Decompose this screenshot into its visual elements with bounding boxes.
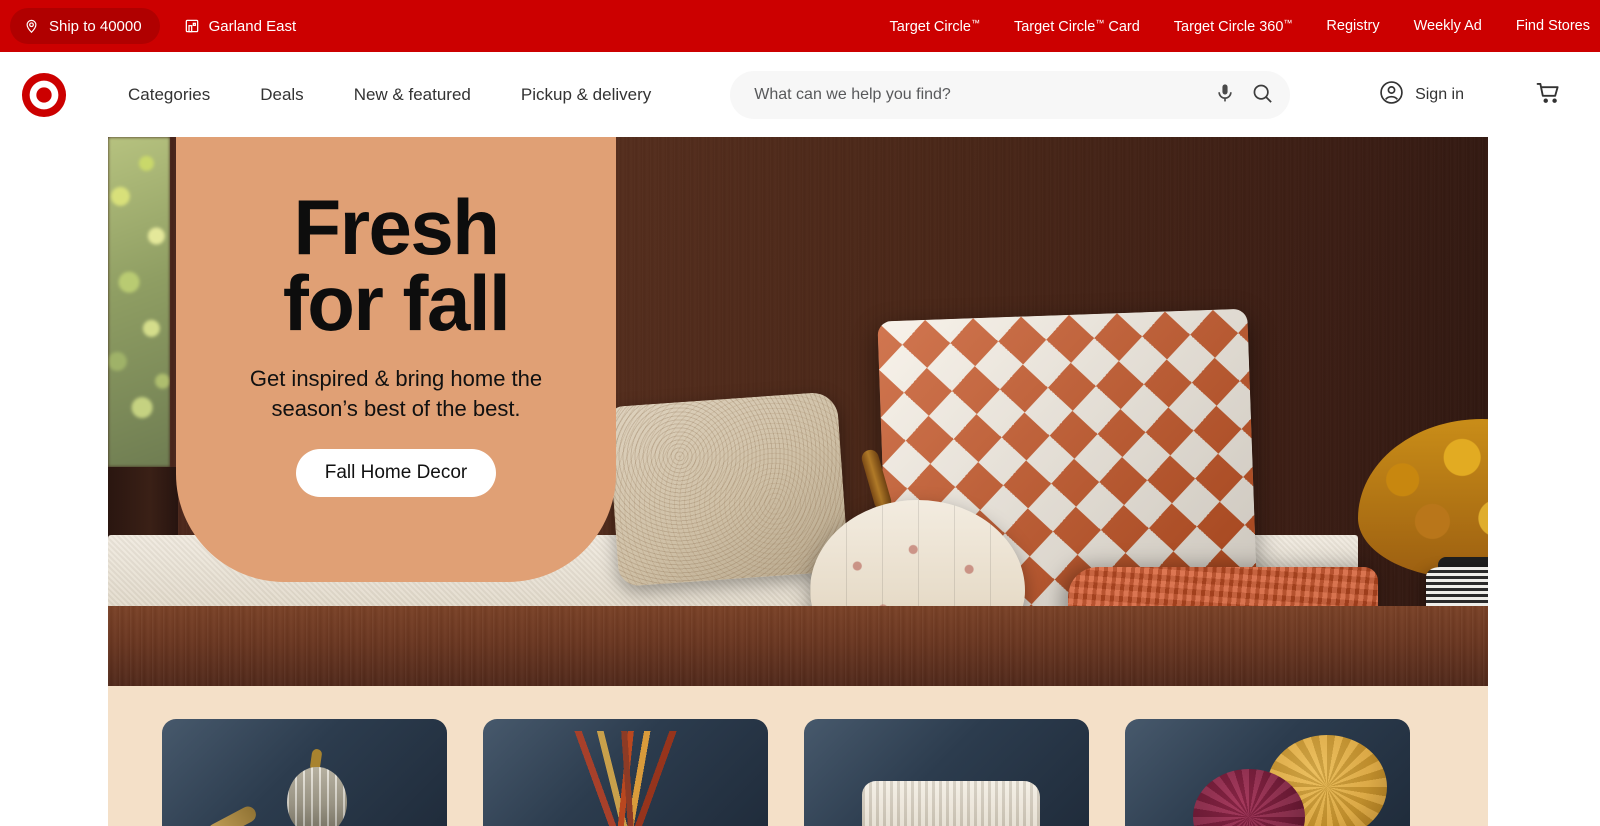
hero-wood-floor (108, 606, 1488, 686)
top-nav-registry[interactable]: Registry (1309, 18, 1396, 34)
top-utility-nav: Target Circle™ Target Circle™ Card Targe… (873, 0, 1600, 52)
location-pin-icon (24, 17, 39, 35)
page-content: Fresh for fall Get inspired & bring home… (0, 137, 1600, 826)
nav-pickup-delivery[interactable]: Pickup & delivery (496, 75, 676, 115)
hero-window-foliage (108, 137, 170, 467)
velvet-pumpkin-pillow-tile[interactable] (1125, 719, 1410, 826)
hero-textured-pillow (607, 391, 849, 587)
primary-nav: Categories Deals New & featured Pickup &… (110, 75, 676, 115)
top-nav-target-circle-card[interactable]: Target Circle™ Card (997, 18, 1157, 35)
top-nav-target-circle[interactable]: Target Circle™ (873, 18, 997, 35)
dried-floral-shape (561, 731, 701, 826)
search-icon (1251, 82, 1274, 108)
hero-banner[interactable]: Fresh for fall Get inspired & bring home… (108, 137, 1488, 686)
sign-in-label: Sign in (1415, 85, 1464, 103)
target-bullseye-logo[interactable] (20, 72, 67, 118)
glass-pumpkin-shape (287, 767, 347, 826)
knit-blanket-tile[interactable] (804, 719, 1089, 826)
ship-to-button[interactable]: Ship to 40000 (10, 8, 160, 44)
cart-button[interactable] (1526, 72, 1572, 118)
nav-categories[interactable]: Categories (110, 75, 235, 115)
content-inner: Fresh for fall Get inspired & bring home… (108, 137, 1488, 826)
account-circle-icon (1379, 80, 1404, 110)
main-header: Categories Deals New & featured Pickup &… (0, 52, 1600, 137)
dried-floral-tile[interactable] (483, 719, 768, 826)
search-submit-button[interactable] (1249, 82, 1275, 108)
category-tile-strip (108, 686, 1488, 826)
hero-promo-card: Fresh for fall Get inspired & bring home… (176, 137, 616, 582)
hero-title: Fresh for fall (283, 188, 511, 342)
microphone-icon (1214, 82, 1236, 107)
header-actions: Sign in (1365, 72, 1580, 118)
nav-new-featured[interactable]: New & featured (329, 75, 496, 115)
bullseye-icon (21, 72, 67, 117)
shopping-cart-icon (1535, 79, 1563, 110)
store-selector[interactable]: Garland East (184, 17, 297, 35)
fall-home-decor-button[interactable]: Fall Home Decor (295, 448, 497, 497)
hero-title-line1: Fresh (293, 183, 500, 271)
search-input[interactable] (730, 70, 1291, 119)
knit-blanket-shape (862, 781, 1040, 826)
ship-to-label: Ship to 40000 (49, 17, 142, 35)
store-label: Garland East (208, 17, 297, 35)
wheat-sprig-shape (205, 803, 259, 826)
nav-deals[interactable]: Deals (235, 75, 328, 115)
store-icon (184, 18, 200, 34)
sign-in-button[interactable]: Sign in (1365, 72, 1478, 118)
voice-search-button[interactable] (1212, 82, 1238, 108)
top-nav-weekly-ad[interactable]: Weekly Ad (1397, 18, 1499, 34)
search-container (730, 70, 1291, 119)
hero-title-line2: for fall (282, 259, 511, 348)
glass-pumpkin-tile[interactable] (162, 719, 447, 826)
hero-subtitle: Get inspired & bring home the season’s b… (249, 365, 543, 422)
top-nav-target-circle-360[interactable]: Target Circle 360™ (1157, 18, 1310, 35)
top-utility-bar: Ship to 40000 Garland East Target Circle… (0, 0, 1600, 52)
category-tile-row (162, 719, 1410, 826)
top-nav-find-stores[interactable]: Find Stores (1499, 18, 1600, 34)
